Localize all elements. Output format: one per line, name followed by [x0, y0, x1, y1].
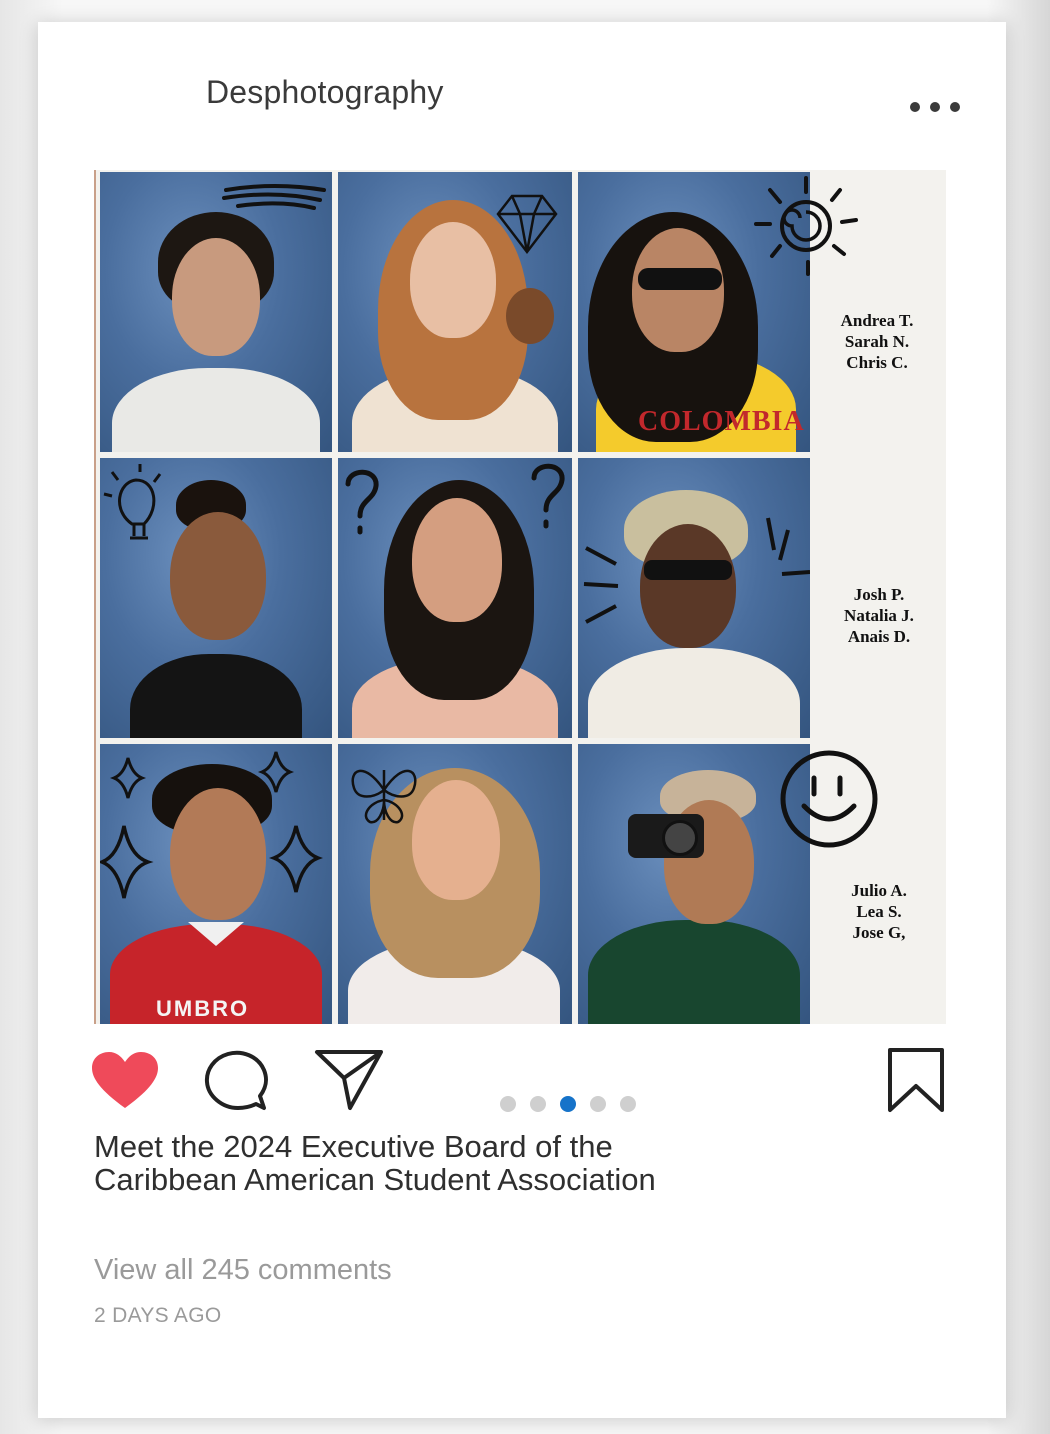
portrait-2 [338, 172, 572, 452]
portrait-7: UMBRO [100, 744, 332, 1024]
shirt-text-umbro: UMBRO [156, 996, 250, 1021]
names-row-2: Josh P. Natalia J. Anais D. [844, 585, 914, 646]
carousel-dot-1[interactable] [500, 1096, 516, 1112]
post-actions-bar [90, 1042, 960, 1122]
portrait-4 [100, 458, 332, 738]
portrait-1 [100, 172, 332, 452]
post-image[interactable]: COLOMBIA UMBRO Andrea T. Sarah N. Chris … [94, 170, 946, 1024]
portrait-8 [338, 744, 572, 1024]
sun-doodle-icon [754, 176, 858, 276]
names-row-3: Julio A. Lea S. Jose G, [851, 881, 907, 942]
bookmark-icon[interactable] [886, 1046, 946, 1114]
carousel-dot-2[interactable] [530, 1096, 546, 1112]
names-row-1: Andrea T. Sarah N. Chris C. [840, 311, 914, 372]
post-timestamp: 2 DAYS AGO [94, 1304, 222, 1327]
shirt-text-colombia: COLOMBIA [638, 406, 805, 437]
carousel-indicator [500, 1096, 636, 1112]
carousel-dot-3[interactable] [560, 1096, 576, 1112]
carousel-dot-5[interactable] [620, 1096, 636, 1112]
post-caption: Meet the 2024 Executive Board of the Car… [94, 1129, 656, 1197]
paper-plane-icon[interactable] [314, 1048, 384, 1112]
heart-icon[interactable] [90, 1050, 160, 1112]
post-card: Desphotography COLOMBIA UMBRO Andrea T. … [38, 22, 1006, 1418]
post-username[interactable]: Desphotography [206, 74, 444, 111]
portrait-6 [578, 458, 810, 738]
portrait-5 [338, 458, 572, 738]
carousel-dot-4[interactable] [590, 1096, 606, 1112]
comment-bubble-icon[interactable] [204, 1050, 268, 1112]
smiley-doodle-icon [780, 750, 878, 848]
view-comments-link[interactable]: View all 245 comments [94, 1254, 392, 1287]
more-options-icon[interactable] [910, 92, 960, 122]
